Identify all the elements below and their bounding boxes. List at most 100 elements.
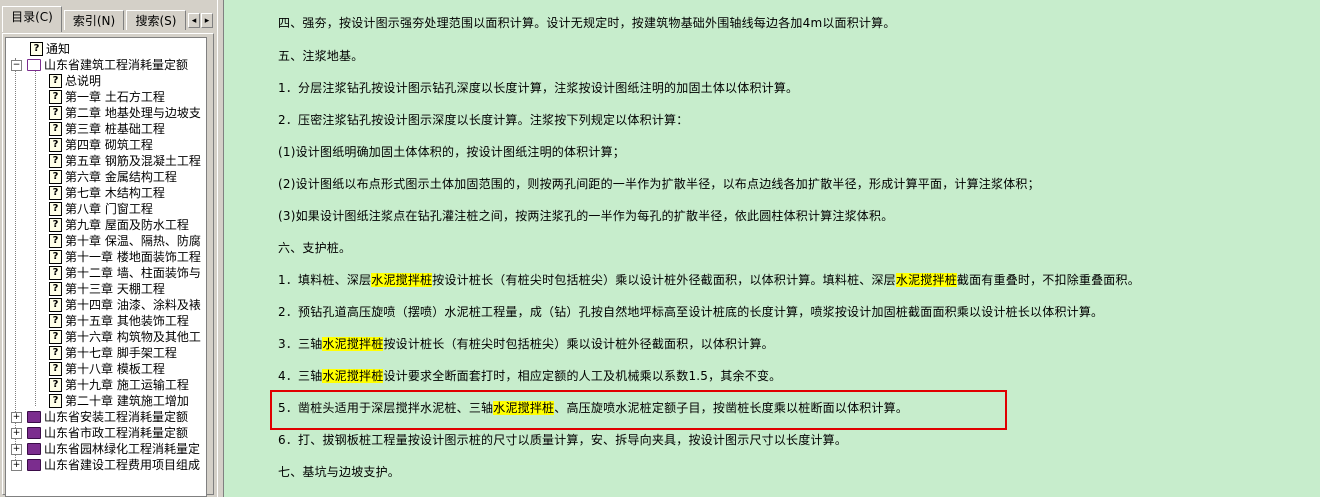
section-heading: 六、支护桩。 [278,241,352,255]
book-icon [27,459,41,471]
help-topic-icon: ? [49,74,62,88]
tree-item-chapter[interactable]: ? 第十三章 天棚工程 [49,281,165,297]
tree-item-chapter[interactable]: ? 第十五章 其他装饰工程 [49,313,189,329]
tree-item-label: 第十四章 油漆、涂料及裱 [65,298,201,312]
tree-item-chapter[interactable]: ? 第八章 门窗工程 [49,201,153,217]
tree-item-notice[interactable]: ? 通知 [30,41,70,57]
help-topic-icon: ? [49,186,62,200]
tree-item-book[interactable]: + 山东省安装工程消耗量定额 [11,409,188,425]
help-topic-icon: ? [30,42,43,56]
tree-item-book[interactable]: + 山东省市政工程消耗量定额 [11,425,188,441]
help-topic-icon: ? [49,298,62,312]
tree-item-chapter[interactable]: ? 第四章 砌筑工程 [49,137,153,153]
book-icon [27,443,41,455]
tab-search[interactable]: 搜索(S) [126,10,186,30]
help-topic-icon: ? [49,154,62,168]
tree-item-label: 通知 [46,42,71,56]
pane-splitter[interactable] [217,0,224,497]
help-topic-icon: ? [49,106,62,120]
tree-item-label: 第十七章 脚手架工程 [65,346,177,360]
tree-item-label: 山东省安装工程消耗量定额 [44,410,189,424]
tree-item-label: 第九章 屋面及防水工程 [65,218,189,232]
tree-item-chapter[interactable]: ? 第九章 屋面及防水工程 [49,217,189,233]
expand-icon[interactable]: + [11,459,22,471]
tree-guide-line [35,66,36,406]
tree-item-label: 第十二章 墙、柱面装饰与 [65,266,201,280]
help-topic-icon: ? [49,266,62,280]
text-segment: 按设计桩长（有桩尖时包括桩尖）乘以设计桩外径截面积，以体积计算。 [383,337,774,351]
tree-item-label: 第五章 钢筋及混凝土工程 [65,154,201,168]
tree-item-label: 第四章 砌筑工程 [65,138,153,152]
tree-item-chapter[interactable]: ? 第十章 保温、隔热、防腐 [49,233,201,249]
expand-icon[interactable]: + [11,427,22,439]
tree-item-label: 第十五章 其他装饰工程 [65,314,189,328]
paragraph: 1．填料桩、深层水泥搅拌桩按设计桩长（有桩尖时包括桩尖）乘以设计桩外径截面积，以… [278,271,1140,289]
book-icon [27,427,41,439]
text-segment: 3．三轴 [278,337,323,351]
tree-item-label: 山东省建筑工程消耗量定额 [44,58,189,72]
tree-item-label: 山东省市政工程消耗量定额 [44,426,189,440]
expand-icon[interactable]: + [11,411,22,423]
tab-scroll-right-icon[interactable]: ▸ [201,13,213,28]
search-highlight: 水泥搅拌桩 [322,337,384,351]
text-segment: 截面有重叠时，不扣除重叠面积。 [956,273,1140,287]
help-topic-icon: ? [49,250,62,264]
annotation-box [270,390,1007,430]
help-topic-icon: ? [49,90,62,104]
tree-item-chapter[interactable]: ? 第十二章 墙、柱面装饰与 [49,265,201,281]
help-topic-icon: ? [49,394,62,408]
help-topic-icon: ? [49,218,62,232]
help-topic-icon: ? [49,122,62,136]
tree-item-root-book[interactable]: − 山东省建筑工程消耗量定额 [11,57,188,73]
collapse-icon[interactable]: − [11,59,22,71]
navigation-pane: 目录(C) 索引(N) 搜索(S) ◂ ▸ ? 通知 − 山东省建筑工程消耗量定… [0,0,217,497]
help-topic-icon: ? [49,330,62,344]
tree-item-label: 山东省园林绿化工程消耗量定 [44,442,201,456]
search-highlight: 水泥搅拌桩 [895,273,957,287]
help-topic-icon: ? [49,138,62,152]
paragraph: 四、强夯，按设计图示强夯处理范围以面积计算。设计无规定时，按建筑物基础外围轴线每… [278,16,896,30]
tree-item-chapter[interactable]: ? 第十四章 油漆、涂料及裱 [49,297,201,313]
section-heading: 七、基坑与边坡支护。 [278,465,401,479]
tree-item-label: 第十一章 楼地面装饰工程 [65,250,201,264]
tree-item-label: 第十六章 构筑物及其他工 [65,330,201,344]
tree-item-label: 第三章 桩基础工程 [65,122,165,136]
tree-item-chapter[interactable]: ? 第十七章 脚手架工程 [49,345,177,361]
tree-item-chapter[interactable]: ? 第十一章 楼地面装饰工程 [49,249,201,265]
tree-item-chapter[interactable]: ? 第三章 桩基础工程 [49,121,165,137]
tree-item-book[interactable]: + 山东省建设工程费用项目组成 [11,457,200,473]
tab-contents[interactable]: 目录(C) [2,6,62,32]
tree-item-label: 第一章 土石方工程 [65,90,165,104]
tree-item-chapter[interactable]: ? 第一章 土石方工程 [49,89,165,105]
search-highlight: 水泥搅拌桩 [371,273,433,287]
tab-scroll-left-icon[interactable]: ◂ [188,13,200,28]
open-book-icon [27,59,41,71]
tree-item-label: 山东省建设工程费用项目组成 [44,458,201,472]
tree-item-label: 第二十章 建筑施工增加 [65,394,189,408]
paragraph: (1)设计图纸明确加固土体体积的，按设计图纸注明的体积计算； [278,145,626,159]
tree-item-chapter[interactable]: ? 总说明 [49,73,101,89]
help-topic-icon: ? [49,170,62,184]
text-segment: 4．三轴 [278,369,323,383]
paragraph: 3．三轴水泥搅拌桩按设计桩长（有桩尖时包括桩尖）乘以设计桩外径截面积，以体积计算… [278,335,774,353]
tree-item-label: 第八章 门窗工程 [65,202,153,216]
tree-item-book[interactable]: + 山东省园林绿化工程消耗量定 [11,441,200,457]
help-topic-icon: ? [49,202,62,216]
tree-item-label: 第六章 金属结构工程 [65,170,177,184]
tree-item-chapter[interactable]: ? 第十六章 构筑物及其他工 [49,329,201,345]
help-topic-icon: ? [49,378,62,392]
tree-item-chapter[interactable]: ? 第二十章 建筑施工增加 [49,393,189,409]
help-topic-icon: ? [49,346,62,360]
tree-item-chapter[interactable]: ? 第六章 金属结构工程 [49,169,177,185]
contents-tree[interactable]: ? 通知 − 山东省建筑工程消耗量定额 ? 总说明? 第一章 土石方工程? 第二章 地… [5,37,207,497]
tree-item-label: 第十八章 模板工程 [65,362,165,376]
tree-item-chapter[interactable]: ? 第五章 钢筋及混凝土工程 [49,153,201,169]
expand-icon[interactable]: + [11,443,22,455]
text-segment: 1．填料桩、深层 [278,273,372,287]
tree-item-chapter[interactable]: ? 第十八章 模板工程 [49,361,165,377]
tree-item-chapter[interactable]: ? 第二章 地基处理与边坡支 [49,105,201,121]
tree-item-chapter[interactable]: ? 第十九章 施工运输工程 [49,377,189,393]
tree-item-chapter[interactable]: ? 第七章 木结构工程 [49,185,165,201]
tab-index[interactable]: 索引(N) [64,10,124,30]
paragraph: 4．三轴水泥搅拌桩设计要求全断面套打时，相应定额的人工及机械乘以系数1.5，其余… [278,367,781,385]
